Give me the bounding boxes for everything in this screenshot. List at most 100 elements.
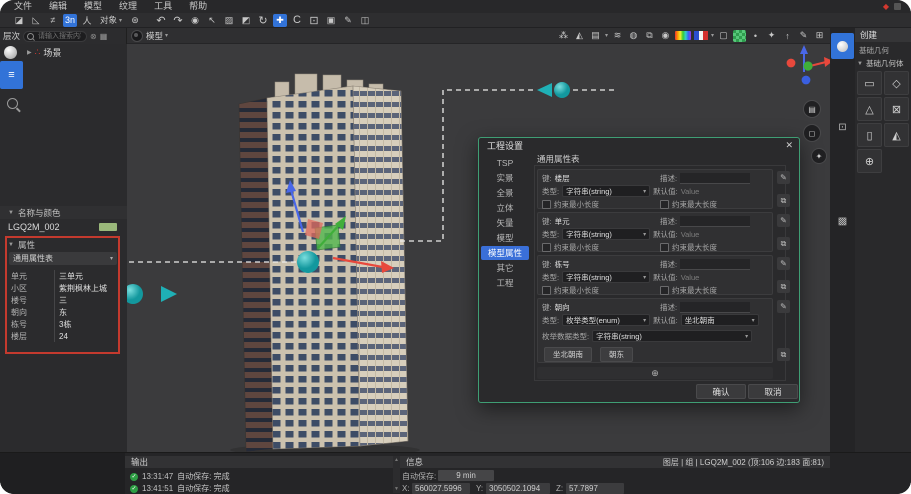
- orbit-icon[interactable]: ↻: [256, 14, 270, 27]
- key-value[interactable]: 栋号: [555, 259, 570, 270]
- menu-help[interactable]: 帮助: [189, 0, 207, 13]
- copy-icon[interactable]: ⧉: [777, 348, 790, 361]
- min-length-checkbox[interactable]: [542, 286, 551, 295]
- scale-icon[interactable]: ⊡: [307, 14, 321, 27]
- add-property-button[interactable]: ⊕: [537, 367, 773, 379]
- edit-icon[interactable]: ✎: [777, 257, 790, 270]
- image-icon[interactable]: ▤: [589, 29, 602, 42]
- geometry-section-header[interactable]: ▼ 基础几何体: [857, 58, 903, 69]
- create-tab-icon[interactable]: [831, 33, 854, 59]
- hierarchy-tab-label[interactable]: 层次: [3, 30, 20, 42]
- search-box[interactable]: [23, 31, 87, 42]
- copy-icon[interactable]: ⧉: [777, 194, 790, 207]
- desc-input[interactable]: [680, 173, 750, 184]
- chevron-down-icon[interactable]: ▾: [165, 32, 168, 39]
- search-input[interactable]: [36, 32, 83, 41]
- spray-icon[interactable]: ⁂: [557, 29, 570, 42]
- material-ball-icon[interactable]: [4, 46, 17, 59]
- tab-tsp[interactable]: TSP: [481, 156, 529, 170]
- properties-section-header[interactable]: ▼ 属性: [0, 238, 127, 251]
- cone-tool-icon[interactable]: ◭: [884, 123, 909, 147]
- snap-3d-icon[interactable]: 3n: [63, 14, 77, 27]
- edit-icon[interactable]: ✎: [797, 29, 810, 42]
- min-length-checkbox[interactable]: [542, 243, 551, 252]
- max-length-checkbox[interactable]: [660, 286, 669, 295]
- rainbow-swatch-icon[interactable]: [675, 31, 691, 40]
- tab-model[interactable]: 模型: [481, 231, 529, 245]
- edit-icon[interactable]: ✎: [777, 300, 790, 313]
- plane-tool-icon[interactable]: ⊠: [884, 97, 909, 121]
- viewport-gear-button[interactable]: ✦: [811, 148, 827, 164]
- search-tab-icon[interactable]: [7, 98, 18, 109]
- type-dropdown[interactable]: 字符串(string) ▾: [562, 228, 650, 240]
- axis-gizmo[interactable]: [787, 45, 830, 84]
- stack-icon[interactable]: ⧉: [643, 29, 656, 42]
- tab-stereo[interactable]: 立体: [481, 201, 529, 215]
- measure-icon[interactable]: ✎: [341, 14, 355, 27]
- default-value[interactable]: Value: [681, 273, 700, 282]
- enum-type-dropdown[interactable]: 字符串(string) ▾: [592, 330, 752, 342]
- tree-item-scene[interactable]: ▶ ∴ 场景: [27, 46, 61, 59]
- tag-icon[interactable]: ◉: [188, 14, 202, 27]
- checker-view-icon[interactable]: [733, 30, 746, 42]
- axes-icon[interactable]: 人: [80, 14, 94, 27]
- tab-model-properties[interactable]: 模型属性: [481, 246, 529, 260]
- color-swatch[interactable]: [99, 223, 117, 231]
- rotate-icon[interactable]: C: [290, 14, 304, 27]
- confirm-button[interactable]: 确认: [696, 384, 746, 399]
- tab-project[interactable]: 工程: [481, 276, 529, 290]
- scroll-down-icon[interactable]: ▼: [394, 486, 399, 492]
- copy-icon[interactable]: ⧉: [777, 237, 790, 250]
- arrow-up-icon[interactable]: ↑: [781, 29, 794, 42]
- menu-texture[interactable]: 纹理: [119, 0, 137, 13]
- flag-swatch-icon[interactable]: [694, 31, 708, 40]
- default-dropdown[interactable]: 坐北朝南 ▾: [681, 314, 759, 326]
- redo-icon[interactable]: ↷: [171, 14, 185, 27]
- hierarchy-list-tab[interactable]: ≡: [0, 61, 23, 89]
- key-value[interactable]: 楼层: [555, 173, 570, 184]
- desc-input[interactable]: [680, 259, 750, 270]
- clone-icon[interactable]: ▣: [324, 14, 338, 27]
- max-length-checkbox[interactable]: [660, 243, 669, 252]
- tab-panorama[interactable]: 全景: [481, 186, 529, 200]
- min-length-checkbox[interactable]: [542, 200, 551, 209]
- object-dropdown[interactable]: 对象 ▾: [100, 14, 122, 26]
- lock-selection-icon[interactable]: ◩: [239, 14, 253, 27]
- tab-realscene[interactable]: 实景: [481, 171, 529, 185]
- dialog-title-bar[interactable]: 工程设置: [479, 138, 799, 153]
- max-length-checkbox[interactable]: [660, 200, 669, 209]
- default-value[interactable]: Value: [681, 187, 700, 196]
- map-view-button[interactable]: ▤: [803, 100, 821, 118]
- sphere-icon[interactable]: ◉: [659, 29, 672, 42]
- grid-view-icon[interactable]: ⊞: [813, 29, 826, 42]
- rectangle-tool-icon[interactable]: ▭: [857, 71, 882, 95]
- output-scrollbar[interactable]: ▲ ▼: [393, 456, 400, 493]
- globe-mode-icon[interactable]: ◍: [627, 29, 640, 42]
- desc-input[interactable]: [680, 216, 750, 227]
- cancel-button[interactable]: 取消: [748, 384, 798, 399]
- polygon-tool-icon[interactable]: ◇: [884, 71, 909, 95]
- edit-icon[interactable]: ✎: [777, 171, 790, 184]
- enum-value-button[interactable]: 朝东: [600, 347, 633, 362]
- property-table-dropdown[interactable]: 通用属性表 ▾: [9, 252, 117, 265]
- search-clear-icon[interactable]: ⊗: [90, 32, 97, 41]
- triangle-tool-icon[interactable]: △: [857, 97, 882, 121]
- key-value[interactable]: 朝向: [555, 302, 570, 313]
- chevron-down-icon[interactable]: ▾: [605, 32, 608, 39]
- sphere-tool-icon[interactable]: ⊕: [857, 149, 882, 173]
- move-icon[interactable]: ✚: [273, 14, 287, 27]
- protractor-icon[interactable]: ◺: [29, 14, 43, 27]
- mask-icon[interactable]: ▨: [222, 14, 236, 27]
- type-dropdown[interactable]: 字符串(string) ▾: [562, 185, 650, 197]
- gear-icon[interactable]: ✦: [765, 29, 778, 42]
- menu-model[interactable]: 模型: [84, 0, 102, 13]
- dither-icon[interactable]: ▩: [835, 214, 850, 229]
- copy-icon[interactable]: ⧉: [777, 280, 790, 293]
- create-panel-tab[interactable]: 创建: [855, 28, 911, 42]
- tab-vector[interactable]: 矢量: [481, 216, 529, 230]
- menu-tools[interactable]: 工具: [154, 0, 172, 13]
- dot-icon[interactable]: •: [749, 29, 762, 42]
- enum-value-button[interactable]: 坐北朝南: [544, 347, 592, 362]
- close-icon[interactable]: ✕: [785, 140, 793, 151]
- key-value[interactable]: 单元: [555, 216, 570, 227]
